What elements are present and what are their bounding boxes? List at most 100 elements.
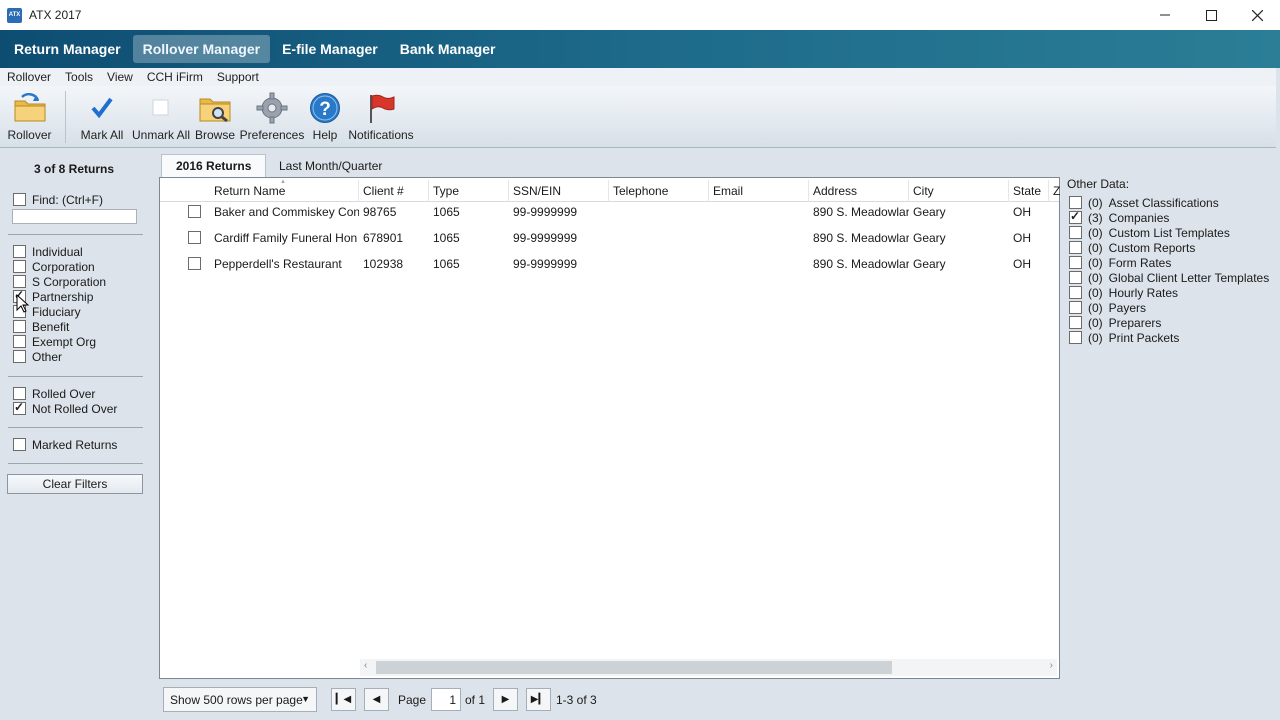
scroll-left-icon[interactable]: ‹ xyxy=(364,660,367,671)
menu-view[interactable]: View xyxy=(107,70,133,84)
not-rolled-over-checkbox[interactable] xyxy=(13,400,26,415)
table-row[interactable]: Pepperdell's Restaurant 102938 1065 99-9999… xyxy=(160,251,1059,277)
other-data-name: Custom Reports xyxy=(1108,240,1196,255)
filter-individual[interactable]: Individual xyxy=(13,244,83,259)
tab-bank-manager[interactable]: Bank Manager xyxy=(390,35,506,63)
tab-efile-manager[interactable]: E-file Manager xyxy=(272,35,388,63)
other-data-name: Hourly Rates xyxy=(1108,285,1179,300)
other-data-checkbox[interactable] xyxy=(1069,196,1082,209)
other-data-checkbox[interactable] xyxy=(1069,271,1082,284)
filter-label: Exempt Org xyxy=(32,334,97,349)
other-data-checkbox[interactable] xyxy=(1069,301,1082,314)
other-data-item[interactable]: (0) Payers xyxy=(1069,300,1146,315)
scroll-right-icon[interactable]: › xyxy=(1050,660,1053,671)
marked-returns-checkbox[interactable] xyxy=(13,438,26,451)
tab-rollover-manager[interactable]: Rollover Manager xyxy=(132,35,271,63)
tab-last-month-quarter[interactable]: Last Month/Quarter xyxy=(265,154,396,177)
menu-cch-ifirm[interactable]: CCH iFirm xyxy=(147,70,203,84)
other-data-count: (0) xyxy=(1088,270,1103,285)
table-cell: 890 S. Meadowlar xyxy=(813,231,909,245)
mouse-cursor-icon xyxy=(16,294,30,313)
next-page-icon: ▶ xyxy=(501,694,510,705)
find-input[interactable] xyxy=(12,209,137,224)
help-button[interactable]: ? Help xyxy=(308,86,342,142)
table-cell xyxy=(709,251,809,277)
rolled-over-filter[interactable]: Rolled Over xyxy=(13,386,95,401)
filter-benefit[interactable]: Benefit xyxy=(13,319,69,334)
other-data-item[interactable]: (0) Custom List Templates xyxy=(1069,225,1230,240)
other-data-item[interactable]: (0) Custom Reports xyxy=(1069,240,1195,255)
row-checkbox[interactable] xyxy=(188,257,201,270)
other-data-count: (0) xyxy=(1088,255,1103,270)
other-data-checkbox[interactable] xyxy=(1069,256,1082,269)
close-button[interactable] xyxy=(1234,0,1280,30)
filter-checkbox[interactable] xyxy=(13,335,26,348)
maximize-button[interactable] xyxy=(1188,0,1234,30)
table-row[interactable]: Cardiff Family Funeral Hon 678901 1065 99-9… xyxy=(160,225,1059,251)
tab-2016-returns[interactable]: 2016 Returns xyxy=(161,154,267,177)
unmark-all-button[interactable]: Unmark All xyxy=(132,86,190,142)
other-data-checkbox[interactable] xyxy=(1069,331,1082,344)
row-checkbox[interactable] xyxy=(188,205,201,218)
not-rolled-over-filter[interactable]: Not Rolled Over xyxy=(13,400,117,416)
row-checkbox[interactable] xyxy=(188,231,201,244)
next-page-button[interactable]: ▶ xyxy=(493,688,518,711)
rollover-button[interactable]: Rollover xyxy=(4,86,55,142)
find-checkbox[interactable] xyxy=(13,193,26,206)
filter-checkbox[interactable] xyxy=(13,350,26,363)
minimize-button[interactable] xyxy=(1142,0,1188,30)
menu-support[interactable]: Support xyxy=(217,70,259,84)
rows-per-page-select[interactable]: Show 500 rows per page ▼ xyxy=(163,687,317,712)
filter-exempt-org[interactable]: Exempt Org xyxy=(13,334,96,349)
last-page-button[interactable]: ▶▎ xyxy=(526,688,551,711)
table-cell: 890 S. Meadowlar xyxy=(813,205,909,219)
scroll-thumb[interactable] xyxy=(376,661,892,674)
filter-other[interactable]: Other xyxy=(13,349,62,364)
filter-checkbox[interactable] xyxy=(13,245,26,258)
marked-returns-filter[interactable]: Marked Returns xyxy=(13,437,117,452)
filter-checkbox[interactable] xyxy=(13,275,26,288)
other-data-checkbox[interactable] xyxy=(1069,226,1082,239)
tab-return-manager[interactable]: Return Manager xyxy=(4,35,131,63)
table-cell: 99-9999999 xyxy=(513,205,578,219)
browse-folder-icon xyxy=(198,91,232,125)
page-input[interactable]: 1 xyxy=(431,688,461,711)
filter-label: Other xyxy=(32,349,63,364)
other-data-checkbox[interactable] xyxy=(1069,241,1082,254)
notifications-button[interactable]: Notifications xyxy=(346,86,416,142)
other-data-item[interactable]: (0) Preparers xyxy=(1069,315,1161,330)
clear-filters-button[interactable]: Clear Filters xyxy=(7,474,143,494)
prev-page-button[interactable]: ◀ xyxy=(364,688,389,711)
mark-all-button[interactable]: Mark All xyxy=(76,86,128,142)
rolled-over-checkbox[interactable] xyxy=(13,387,26,400)
filter-corporation[interactable]: Corporation xyxy=(13,259,95,274)
filter-s-corporation[interactable]: S Corporation xyxy=(13,274,106,289)
menu-rollover[interactable]: Rollover xyxy=(7,70,51,84)
other-data-item[interactable]: (0) Global Client Letter Templates xyxy=(1069,270,1269,285)
other-data-checkbox[interactable] xyxy=(1069,286,1082,299)
flag-icon xyxy=(365,91,397,125)
browse-button[interactable]: Browse xyxy=(194,86,236,142)
filter-label: S Corporation xyxy=(32,274,107,289)
page-of-label: of 1 xyxy=(465,693,486,707)
preferences-button[interactable]: Preferences xyxy=(240,86,304,142)
filter-checkbox[interactable] xyxy=(13,320,26,333)
table-row[interactable]: Baker and Commiskey Con 98765 1065 99-99999… xyxy=(160,199,1059,225)
filter-checkbox[interactable] xyxy=(13,260,26,273)
other-data-checkbox[interactable] xyxy=(1069,316,1082,329)
other-data-item[interactable]: (0) Form Rates xyxy=(1069,255,1171,270)
other-data-checkbox[interactable] xyxy=(1069,209,1082,224)
menu-tools[interactable]: Tools xyxy=(65,70,93,84)
horizontal-scrollbar[interactable]: ‹ › xyxy=(360,659,1057,676)
first-page-button[interactable]: ▎◀ xyxy=(331,688,356,711)
svg-text:?: ? xyxy=(319,99,331,120)
table-cell: OH xyxy=(1013,257,1031,271)
divider xyxy=(8,427,143,428)
other-data-item[interactable]: (0) Hourly Rates xyxy=(1069,285,1178,300)
toolbar-separator xyxy=(65,91,66,143)
other-data-item[interactable]: (0) Print Packets xyxy=(1069,330,1179,345)
other-data-item[interactable]: (0) Asset Classifications xyxy=(1069,195,1219,210)
other-data-item[interactable]: (3) Companies xyxy=(1069,209,1169,225)
find-label: Find: (Ctrl+F) xyxy=(32,192,104,207)
gear-icon xyxy=(256,91,288,125)
